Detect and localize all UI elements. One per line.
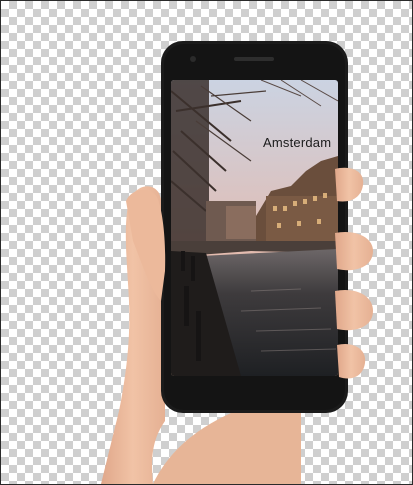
photo-caption-amsterdam: Amsterdam (263, 135, 332, 150)
transparent-checkerboard-canvas: Amsterdam (0, 0, 413, 485)
hand-wrist (153, 400, 301, 484)
phone-screen-photo (171, 80, 338, 376)
earpiece-icon (234, 57, 274, 61)
phone-in-hand-illustration (101, 41, 373, 484)
front-camera-icon (190, 56, 196, 62)
